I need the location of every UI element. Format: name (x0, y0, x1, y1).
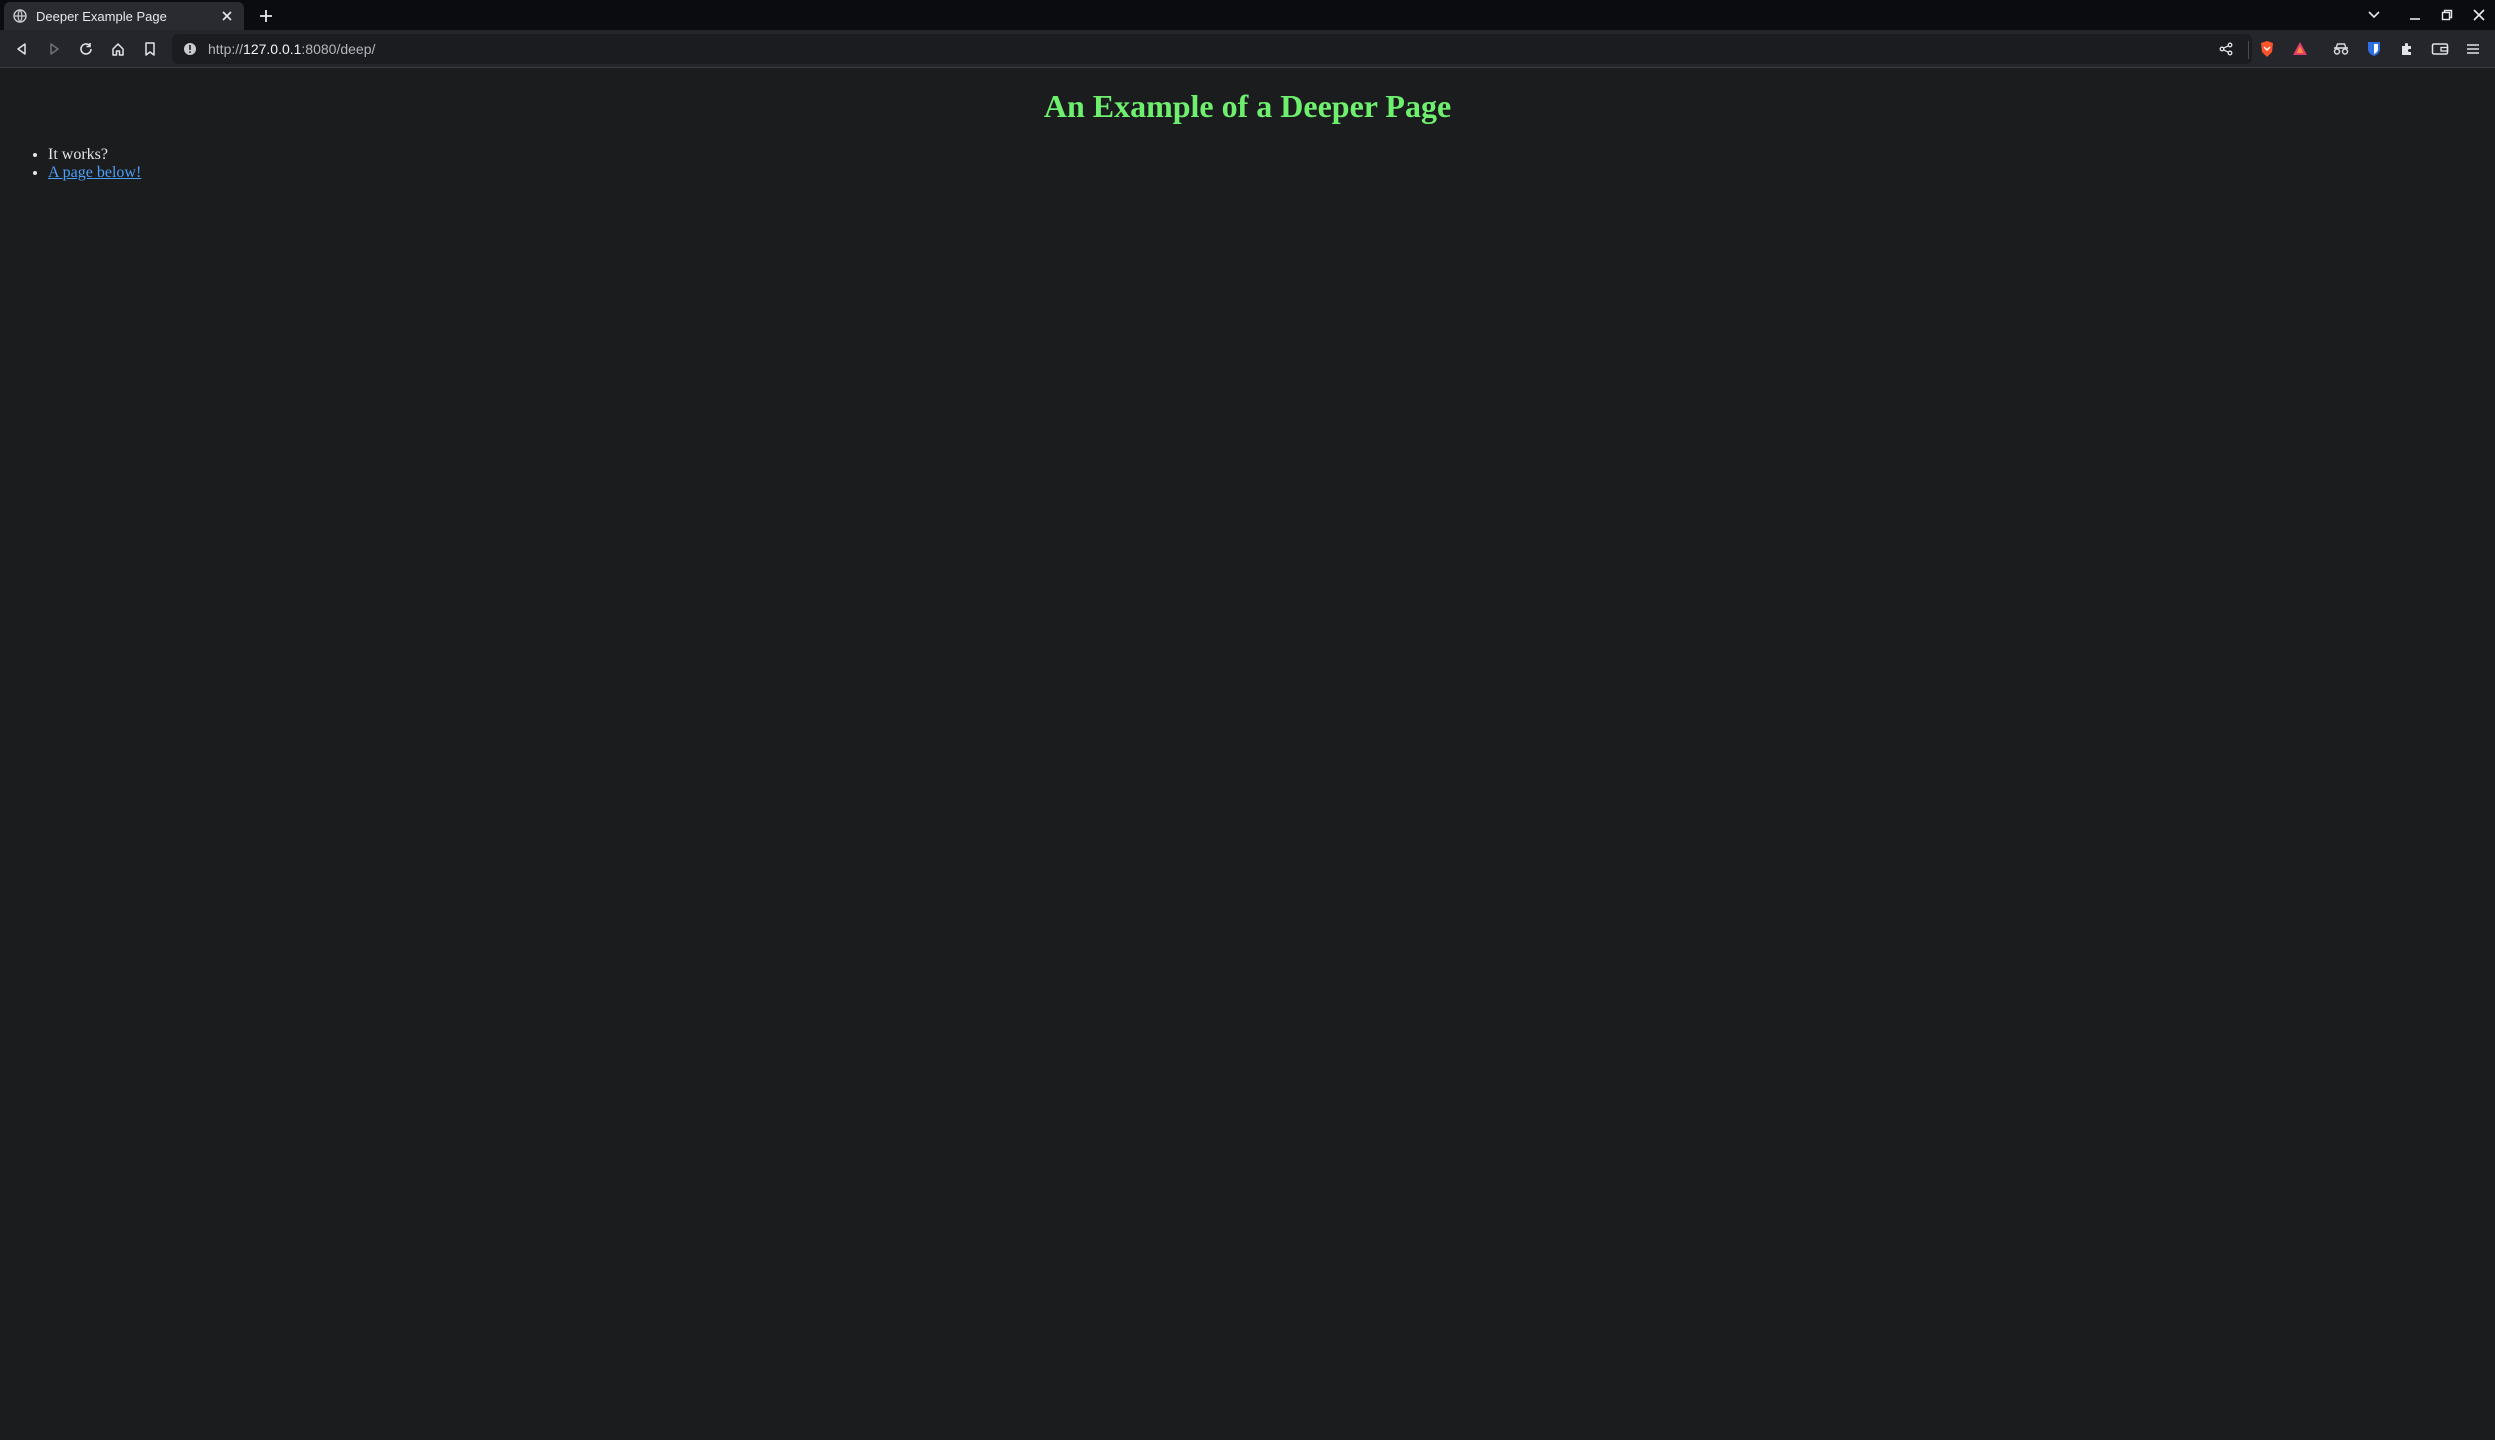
page-below-link[interactable]: A page below! (48, 164, 141, 181)
reload-icon[interactable] (74, 37, 98, 61)
list-item-text: It works? (48, 146, 108, 163)
wallet-icon[interactable] (2429, 38, 2451, 60)
link-list: It works? A page below! (0, 146, 141, 182)
list-item: A page below! (48, 164, 141, 182)
menu-hamburger-icon[interactable] (2462, 38, 2484, 60)
globe-icon (12, 8, 28, 24)
list-item: It works? (48, 146, 141, 164)
share-icon[interactable] (2216, 39, 2236, 59)
brave-rewards-icon[interactable] (2289, 38, 2311, 60)
browser-toolbar: http://127.0.0.1:8080/deep/ (0, 30, 2495, 68)
minimize-icon[interactable] (2399, 0, 2431, 30)
back-arrow-icon[interactable] (10, 37, 34, 61)
tab-title: Deeper Example Page (36, 8, 167, 24)
forward-arrow-icon[interactable] (42, 37, 66, 61)
bookmark-icon[interactable] (138, 37, 162, 61)
brave-shields-icon[interactable] (2256, 38, 2278, 60)
incognito-extension-icon[interactable] (2330, 38, 2352, 60)
address-bar[interactable]: http://127.0.0.1:8080/deep/ (172, 34, 2252, 64)
toolbar-divider (2248, 41, 2249, 59)
tab-list-chevron-icon[interactable] (2362, 4, 2386, 26)
restore-icon[interactable] (2431, 0, 2463, 30)
web-page-content: An Example of a Deeper Page It works? A … (0, 68, 2495, 1440)
bitwarden-shield-icon[interactable] (2363, 38, 2385, 60)
close-window-icon[interactable] (2463, 0, 2495, 30)
extensions-puzzle-icon[interactable] (2396, 38, 2418, 60)
url-text: http://127.0.0.1:8080/deep/ (208, 41, 376, 57)
new-tab-button[interactable] (255, 5, 277, 27)
window-controls (2399, 0, 2495, 30)
home-icon[interactable] (106, 37, 130, 61)
site-info-icon[interactable] (182, 41, 198, 57)
page-title: An Example of a Deeper Page (1043, 88, 1452, 124)
browser-tab-active[interactable]: Deeper Example Page (4, 2, 244, 30)
close-tab-icon[interactable] (218, 7, 236, 25)
tab-strip: Deeper Example Page (0, 0, 2495, 30)
